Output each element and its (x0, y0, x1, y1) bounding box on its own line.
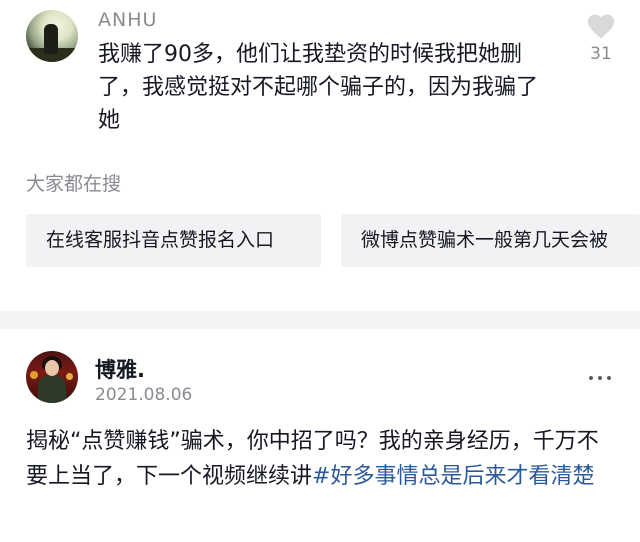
avatar-figure (44, 24, 58, 54)
search-section-title: 大家都在搜 (26, 173, 122, 195)
avatar[interactable] (26, 351, 78, 403)
post-text: 揭秘“点赞赚钱”骗术，你中招了吗？我的亲身经历，千万不要上当了，下一个视频继续讲… (26, 424, 616, 494)
section-divider (0, 311, 640, 329)
avatar-dress (38, 375, 66, 403)
more-icon[interactable] (588, 373, 612, 383)
post-item: 博雅. 2021.08.06 揭秘“点赞赚钱”骗术，你中招了吗？我的亲身经历，千… (0, 329, 640, 542)
avatar-lantern (30, 371, 38, 379)
comment-username[interactable]: ANHU (98, 9, 157, 31)
heart-icon (587, 14, 615, 39)
comment-text: 我赚了90多，他们让我垫资的时候我把她删了，我感觉挺对不起哪个骗子的，因为我骗了… (98, 42, 539, 133)
comment-item: ANHU 我赚了90多，他们让我垫资的时候我把她删了，我感觉挺对不起哪个骗子的，… (0, 0, 640, 160)
post-date: 2021.08.06 (95, 385, 193, 405)
avatar-lantern (66, 373, 73, 380)
avatar[interactable] (26, 10, 78, 62)
like-count: 31 (590, 44, 612, 64)
avatar-face (45, 360, 59, 376)
post-username[interactable]: 博雅. (95, 354, 145, 384)
search-suggestion-chip[interactable]: 在线客服抖音点赞报名入口 (26, 214, 321, 267)
search-suggestion-chip[interactable]: 微博点赞骗术一般第几天会被 (341, 214, 640, 267)
like-button[interactable]: 31 (584, 12, 618, 64)
hashtag-link[interactable]: #好多事情总是后来才看清楚 (312, 464, 594, 489)
